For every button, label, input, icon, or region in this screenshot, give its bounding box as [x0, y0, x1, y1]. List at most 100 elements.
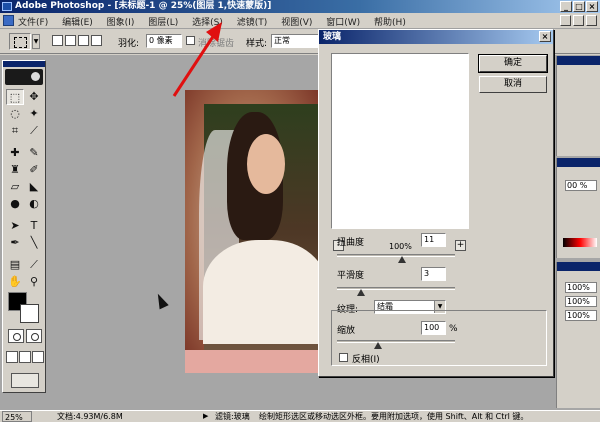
- layers-fill-field[interactable]: 100%: [565, 296, 597, 307]
- add-selection-button[interactable]: [65, 35, 76, 46]
- status-menu-arrow-icon[interactable]: ▶: [203, 411, 208, 422]
- navigator-panel-title[interactable]: [557, 56, 600, 65]
- menu-window[interactable]: 窗口(W): [326, 15, 360, 28]
- status-bar: 25% 文档:4.93M/6.8M ▶ 滤镜:玻璃 绘制矩形选区或移动选区外框。…: [0, 410, 600, 422]
- subtract-selection-button[interactable]: [78, 35, 89, 46]
- line-tool-icon[interactable]: ╲: [25, 235, 43, 251]
- doc-minimize-button[interactable]: [560, 15, 571, 26]
- photoshop-eye-icon[interactable]: [5, 69, 43, 85]
- annotation-arrow-shaft: [172, 31, 218, 97]
- menu-filter[interactable]: 滤镜(T): [237, 15, 268, 28]
- style-label: 样式:: [246, 39, 268, 49]
- canvas-photo-dress: [203, 240, 327, 344]
- document-icon[interactable]: [3, 15, 14, 26]
- layers-extra-field[interactable]: 100%: [565, 310, 597, 321]
- layers-panel-title[interactable]: [557, 262, 600, 271]
- status-document-size: 文档:4.93M/6.8M: [57, 412, 123, 421]
- brush-tool-icon[interactable]: ✎: [25, 145, 43, 161]
- dialog-close-button[interactable]: ×: [539, 31, 551, 42]
- scaling-label: 缩放: [337, 326, 356, 336]
- eraser-tool-icon[interactable]: ▱: [6, 179, 24, 195]
- tool-preset-picker[interactable]: [9, 33, 31, 50]
- color-panel-title[interactable]: [557, 158, 600, 167]
- menu-bar: 文件(F) 编辑(E) 图象(I) 图层(L) 选择(S) 滤镜(T) 视图(V…: [0, 13, 600, 29]
- invert-checkbox[interactable]: [339, 353, 348, 362]
- color-panel: 00 %: [556, 158, 600, 258]
- scaling-input[interactable]: 100: [421, 321, 446, 335]
- preview-zoom-level: 100%: [389, 242, 412, 251]
- tool-preset-dropdown[interactable]: ▼: [32, 34, 40, 49]
- status-zoom-field[interactable]: 25%: [2, 411, 32, 422]
- red-annotation-arrow-icon: [172, 22, 222, 97]
- magic-wand-icon[interactable]: ✦: [25, 106, 43, 122]
- distortion-slider[interactable]: [337, 254, 455, 263]
- smoothness-label: 平滑度: [337, 271, 365, 281]
- zoom-in-button[interactable]: +: [455, 240, 466, 251]
- type-tool-icon[interactable]: T: [25, 218, 43, 234]
- healing-brush-icon[interactable]: ✚: [6, 145, 24, 161]
- annotation-arrow-head: [206, 22, 222, 42]
- crop-tool-icon[interactable]: ⌗: [6, 123, 24, 139]
- menu-file[interactable]: 文件(F): [18, 15, 48, 28]
- feather-label: 羽化:: [118, 39, 140, 49]
- menu-view[interactable]: 视图(V): [281, 15, 312, 28]
- scaling-slider[interactable]: [337, 340, 455, 349]
- status-hint-text: 绘制矩形选区或移动选区外框。要用附加选项，使用 Shift、Alt 和 Ctrl…: [259, 412, 529, 421]
- menu-help[interactable]: 帮助(H): [374, 15, 406, 28]
- slice-tool-icon[interactable]: ⟋: [25, 123, 43, 139]
- move-tool-icon[interactable]: ✥: [25, 89, 43, 105]
- dialog-title-bar[interactable]: 玻璃 ×: [319, 30, 553, 44]
- menu-edit[interactable]: 编辑(E): [62, 15, 93, 28]
- history-brush-icon[interactable]: ✐: [25, 162, 43, 178]
- marquee-tool-icon[interactable]: ⬚: [6, 89, 24, 105]
- zoom-tool-icon[interactable]: ⚲: [25, 274, 43, 290]
- smoothness-slider-thumb[interactable]: [356, 289, 365, 296]
- ok-button[interactable]: 确定: [478, 54, 548, 73]
- cancel-button[interactable]: 取消: [479, 76, 547, 93]
- standard-screen-icon[interactable]: [6, 351, 18, 363]
- quick-mask-mode-icon[interactable]: [26, 329, 42, 343]
- lasso-tool-icon[interactable]: ◌: [6, 106, 24, 122]
- smoothness-slider[interactable]: [337, 287, 455, 296]
- paint-bucket-icon[interactable]: ◣: [25, 179, 43, 195]
- toolbox: ⬚ ✥ ◌ ✦ ⌗ ⟋ ✚ ✎ ♜ ✐ ▱ ◣ ● ◐ ➤ T ✒ ╲ ▤ ⟋ …: [2, 60, 46, 393]
- canvas-photo-foreground: [185, 350, 327, 373]
- window-title: Adobe Photoshop - [未标题-1 @ 25%(图层 1,快速蒙版…: [15, 1, 272, 11]
- pen-tool-icon[interactable]: ✒: [6, 235, 24, 251]
- dodge-tool-icon[interactable]: ◐: [25, 196, 43, 212]
- blur-tool-icon[interactable]: ●: [6, 196, 24, 212]
- color-panel-readout[interactable]: 00 %: [565, 180, 597, 191]
- document-canvas[interactable]: [185, 90, 327, 373]
- filter-preview[interactable]: [331, 53, 469, 229]
- full-screen-icon[interactable]: [32, 351, 44, 363]
- hand-tool-icon[interactable]: ✋: [6, 274, 24, 290]
- invert-label: 反相(I): [352, 355, 380, 365]
- doc-close-button[interactable]: [586, 15, 597, 26]
- menu-image[interactable]: 图象(I): [107, 15, 135, 28]
- style-select[interactable]: 正常: [271, 34, 319, 48]
- intersect-selection-button[interactable]: [91, 35, 102, 46]
- notes-tool-icon[interactable]: ▤: [6, 257, 24, 273]
- canvas-photo-face: [247, 134, 285, 194]
- color-ramp[interactable]: [563, 238, 597, 247]
- full-screen-menu-icon[interactable]: [19, 351, 31, 363]
- toolbox-title-bar[interactable]: [3, 61, 45, 67]
- smoothness-input[interactable]: 3: [421, 267, 446, 281]
- background-color-swatch[interactable]: [20, 304, 39, 323]
- standard-mode-icon[interactable]: [8, 329, 24, 343]
- distortion-input[interactable]: 11: [421, 233, 446, 247]
- maximize-button[interactable]: □: [573, 1, 585, 12]
- distortion-slider-thumb[interactable]: [397, 256, 406, 263]
- navigator-panel: 00 %: [556, 56, 600, 195]
- layers-opacity-field[interactable]: 100%: [565, 282, 597, 293]
- doc-restore-button[interactable]: [573, 15, 584, 26]
- eyedropper-icon[interactable]: ⟋: [25, 257, 43, 273]
- minimize-button[interactable]: _: [560, 1, 572, 12]
- path-selection-icon[interactable]: ➤: [6, 218, 24, 234]
- dialog-title: 玻璃: [323, 32, 342, 42]
- scaling-slider-thumb[interactable]: [374, 342, 383, 349]
- jump-to-imageready-icon[interactable]: [11, 373, 39, 388]
- clone-stamp-icon[interactable]: ♜: [6, 162, 24, 178]
- close-button[interactable]: ×: [586, 1, 598, 12]
- new-selection-button[interactable]: [52, 35, 63, 46]
